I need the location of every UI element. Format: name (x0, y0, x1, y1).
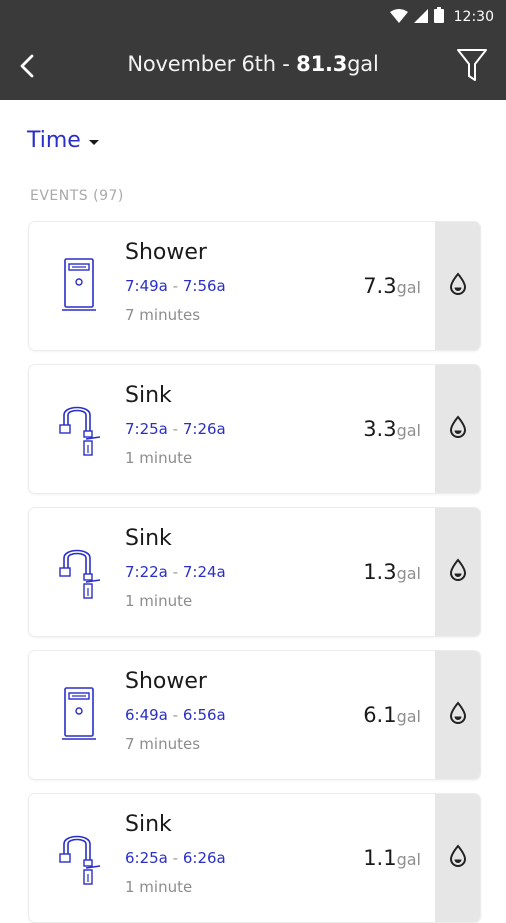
event-card[interactable]: Sink 6:25a - 6:26a 1 minute 1.1gal (28, 793, 481, 923)
wifi-icon (389, 8, 408, 27)
event-detail-button[interactable] (435, 508, 480, 636)
event-duration: 7 minutes (125, 735, 201, 753)
shower-icon (51, 250, 107, 322)
signal-icon (413, 8, 428, 27)
sort-label: Time (27, 128, 81, 153)
event-volume-value: 1.1 (363, 846, 397, 870)
event-end-time: 7:56a (182, 277, 226, 295)
event-end-time: 6:26a (182, 849, 226, 867)
event-start-time: 7:22a (125, 563, 168, 581)
events-section-header: EVENTS (97) (30, 188, 124, 204)
event-time-range: 7:25a - 7:26a (125, 420, 226, 438)
event-time-range: 7:49a - 7:56a (125, 277, 226, 295)
time-separator: - (167, 706, 183, 724)
event-volume-value: 3.3 (363, 417, 397, 441)
sort-dropdown[interactable]: Time (27, 128, 99, 153)
event-volume-unit: gal (396, 564, 421, 583)
event-card[interactable]: Shower 6:49a - 6:56a 7 minutes 6.1gal (28, 650, 481, 780)
event-card[interactable]: Sink 7:22a - 7:24a 1 minute 1.3gal (28, 507, 481, 637)
event-start-time: 7:25a (125, 420, 168, 438)
event-end-time: 6:56a (182, 706, 226, 724)
event-detail-button[interactable] (435, 794, 480, 922)
event-card[interactable]: Shower 7:49a - 7:56a 7 minutes 7.3gal (28, 221, 481, 351)
event-volume: 3.3gal (363, 417, 421, 441)
title-separator: - (275, 52, 297, 76)
event-volume-unit: gal (396, 707, 421, 726)
event-volume: 1.1gal (363, 846, 421, 870)
page-title: November 6th - 81.3gal (0, 52, 506, 76)
title-unit: gal (347, 52, 379, 76)
shower-icon (51, 679, 107, 751)
battery-icon (433, 7, 444, 27)
faucet-icon (51, 536, 107, 608)
event-duration: 1 minute (125, 449, 193, 467)
event-volume-unit: gal (396, 278, 421, 297)
event-volume-value: 1.3 (363, 560, 397, 584)
event-type: Sink (125, 812, 172, 837)
water-drop-icon (448, 558, 468, 586)
time-separator: - (167, 563, 183, 581)
filter-icon (456, 48, 488, 86)
water-drop-icon (448, 272, 468, 300)
event-type: Shower (125, 669, 207, 694)
water-drop-icon (448, 701, 468, 729)
faucet-icon (51, 822, 107, 894)
water-drop-icon (448, 415, 468, 443)
status-icons: 12:30 (389, 7, 494, 27)
event-volume: 7.3gal (363, 274, 421, 298)
event-detail-button[interactable] (435, 365, 480, 493)
event-volume-value: 7.3 (363, 274, 397, 298)
event-volume-unit: gal (396, 850, 421, 869)
event-time-range: 6:25a - 6:26a (125, 849, 226, 867)
event-volume: 1.3gal (363, 560, 421, 584)
event-start-time: 6:49a (125, 706, 168, 724)
event-duration: 7 minutes (125, 306, 201, 324)
status-bar: 12:30 (0, 0, 506, 33)
event-time-range: 6:49a - 6:56a (125, 706, 226, 724)
time-separator: - (167, 420, 183, 438)
status-time: 12:30 (453, 9, 494, 25)
app-bar: November 6th - 81.3gal (0, 33, 506, 100)
event-detail-button[interactable] (435, 651, 480, 779)
caret-down-icon (88, 140, 99, 145)
event-start-time: 6:25a (125, 849, 168, 867)
event-type: Sink (125, 526, 172, 551)
event-end-time: 7:26a (182, 420, 226, 438)
time-separator: - (167, 277, 183, 295)
event-type: Shower (125, 240, 207, 265)
event-detail-button[interactable] (435, 222, 480, 350)
event-type: Sink (125, 383, 172, 408)
event-volume: 6.1gal (363, 703, 421, 727)
event-volume-value: 6.1 (363, 703, 397, 727)
event-end-time: 7:24a (182, 563, 226, 581)
event-volume-unit: gal (396, 421, 421, 440)
water-drop-icon (448, 844, 468, 872)
event-card[interactable]: Sink 7:25a - 7:26a 1 minute 3.3gal (28, 364, 481, 494)
event-time-range: 7:22a - 7:24a (125, 563, 226, 581)
event-start-time: 7:49a (125, 277, 168, 295)
title-date: November 6th (127, 52, 276, 76)
event-duration: 1 minute (125, 592, 193, 610)
filter-button[interactable] (452, 47, 492, 87)
time-separator: - (167, 849, 183, 867)
faucet-icon (51, 393, 107, 465)
title-total: 81.3 (296, 52, 348, 76)
event-duration: 1 minute (125, 878, 193, 896)
